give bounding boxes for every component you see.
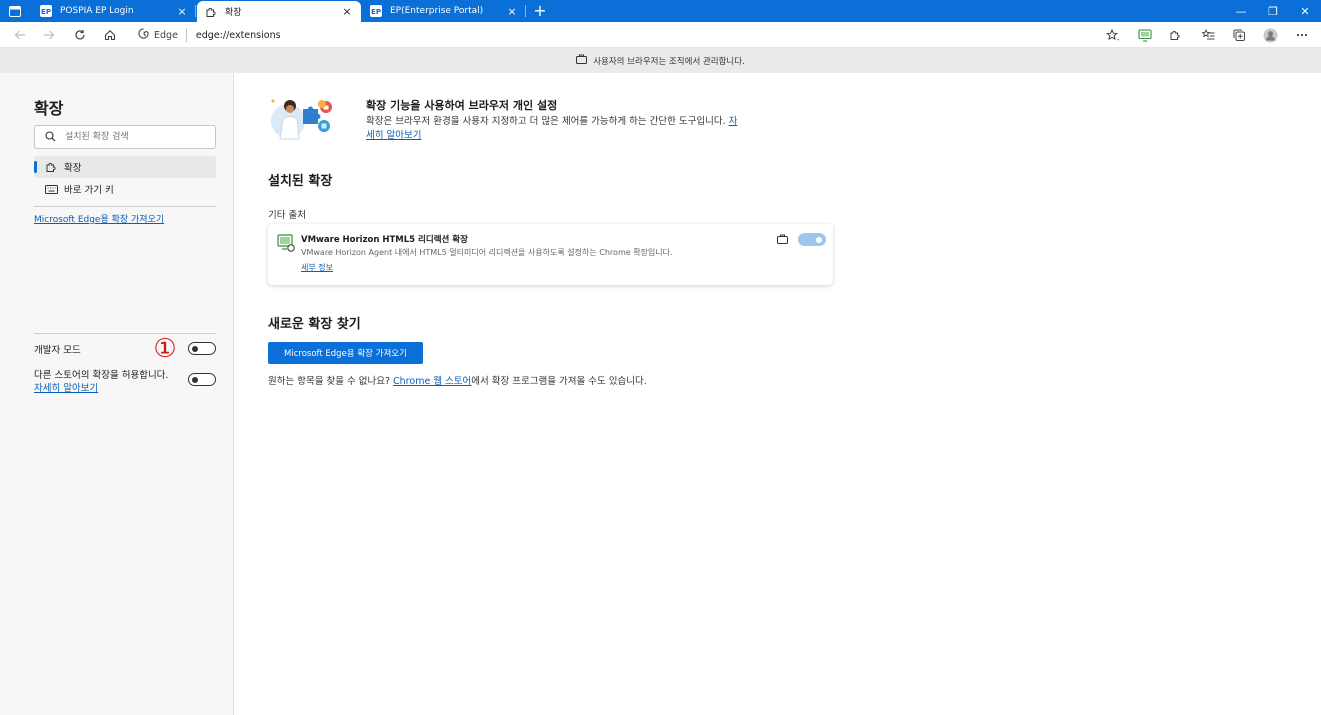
chrome-web-store-link[interactable]: Chrome 웹 스토어 [393, 376, 471, 387]
extensions-icon[interactable] [1167, 27, 1183, 43]
hero-description: 확장은 브라우저 환경을 사용자 지정하고 더 많은 제어를 가능하게 하는 간… [366, 115, 746, 143]
sidebar-item-label: 확장 [64, 163, 82, 174]
get-extensions-button[interactable]: Microsoft Edge용 확장 가져오기 [268, 342, 423, 364]
managed-banner-text: 사용자의 브라우저는 조직에서 관리합니다. [593, 56, 745, 67]
briefcase-icon [576, 54, 588, 67]
tab-separator [525, 5, 526, 17]
horizon-extension-icon [277, 234, 295, 252]
extension-description: VMware Horizon Agent 내에서 HTML5 멀티미디어 리디렉… [301, 248, 673, 257]
managed-by-org-banner: 사용자의 브라우저는 조직에서 관리합니다. [0, 48, 1321, 73]
puzzle-icon [44, 161, 58, 173]
search-box[interactable] [34, 125, 216, 149]
edge-icon [138, 28, 149, 42]
tab-strip: EP POSPIA EP Login × 확장 × EP EP(Enterpri… [0, 0, 1321, 22]
url-text: edge://extensions [195, 29, 281, 41]
find-note-text-end: 에서 확장 프로그램을 가져올 수도 있습니다. [471, 376, 647, 387]
extension-card: VMware Horizon HTML5 리디렉션 확장 VMware Hori… [268, 224, 833, 285]
divider [34, 333, 216, 334]
collections-icon[interactable] [1231, 27, 1247, 43]
close-icon[interactable]: × [506, 5, 518, 18]
find-note: 원하는 항목을 찾을 수 없나요? Chrome 웹 스토어에서 확장 프로그램… [268, 373, 647, 387]
site-identity[interactable]: Edge [138, 28, 187, 42]
extensions-illustration [268, 95, 348, 145]
close-icon[interactable]: × [341, 5, 353, 18]
hero-description-text: 확장은 브라우저 환경을 사용자 지정하고 더 많은 제어를 가능하게 하는 간… [366, 116, 729, 127]
main-content: 확장 기능을 사용하여 브라우저 개인 설정 확장은 브라우저 환경을 사용자 … [234, 73, 1321, 715]
extension-details-link[interactable]: 세부 정보 [301, 262, 333, 273]
forward-icon[interactable] [41, 27, 57, 43]
briefcase-icon [777, 234, 788, 247]
back-icon[interactable] [12, 27, 28, 43]
close-icon[interactable]: × [176, 5, 188, 18]
tab-title: EP(Enterprise Portal) [390, 6, 484, 16]
sidebar-item-shortcuts[interactable]: 바로 가기 키 [34, 178, 216, 200]
annotation-marker: ① [153, 334, 177, 364]
add-favorite-icon[interactable]: + [1104, 27, 1120, 43]
home-icon[interactable] [102, 27, 118, 43]
hero-title: 확장 기능을 사용하여 브라우저 개인 설정 [366, 99, 558, 112]
close-window-button[interactable]: ✕ [1289, 0, 1321, 22]
find-extensions-heading: 새로운 확장 찾기 [268, 317, 361, 332]
developer-mode-toggle[interactable] [188, 342, 216, 355]
other-stores-label: 다른 스토어의 확장을 허용합니다. [34, 370, 169, 381]
svg-text:EP: EP [371, 8, 381, 16]
tab-separator [195, 5, 196, 17]
more-menu-icon[interactable] [1294, 27, 1310, 43]
profile-avatar[interactable] [1262, 27, 1278, 43]
sidebar: 확장 확장 바로 가기 키 Microsoft Edge용 확장 가져오기 개발… [0, 73, 234, 715]
tab-actions-icon[interactable] [8, 4, 22, 18]
ep-icon: EP [40, 5, 52, 17]
tab-title: POSPIA EP Login [60, 6, 134, 16]
address-bar[interactable]: Edge edge://extensions [128, 24, 1128, 46]
sidebar-title: 확장 [34, 99, 64, 118]
search-icon [45, 131, 56, 145]
horizon-extension-icon[interactable] [1137, 27, 1153, 43]
tab-extensions[interactable]: 확장 × [197, 1, 361, 22]
keyboard-icon [44, 184, 58, 194]
svg-text:EP: EP [41, 8, 51, 16]
new-tab-button[interactable]: + [532, 3, 548, 19]
puzzle-icon [205, 6, 217, 18]
site-label: Edge [154, 29, 178, 41]
search-input[interactable] [65, 129, 213, 145]
divider [34, 206, 216, 207]
find-note-text: 원하는 항목을 찾을 수 없나요? [268, 376, 394, 387]
ep-icon: EP [370, 5, 382, 17]
browser-toolbar: Edge edge://extensions + [0, 22, 1321, 48]
favorites-icon[interactable] [1200, 27, 1216, 43]
tab-enterprise-portal[interactable]: EP EP(Enterprise Portal) × [362, 0, 526, 22]
refresh-icon[interactable] [72, 27, 88, 43]
developer-mode-label: 개발자 모드 [34, 345, 81, 356]
restore-button[interactable]: ❐ [1257, 0, 1289, 22]
window-controls: — ❐ ✕ [1225, 0, 1321, 22]
installed-extensions-heading: 설치된 확장 [268, 174, 333, 189]
sidebar-item-label: 바로 가기 키 [64, 185, 114, 196]
extension-enabled-toggle[interactable] [798, 233, 826, 246]
minimize-button[interactable]: — [1225, 0, 1257, 22]
svg-text:+: + [1116, 36, 1119, 42]
tab-pospia-login[interactable]: EP POSPIA EP Login × [32, 0, 196, 22]
extension-name: VMware Horizon HTML5 리디렉션 확장 [301, 235, 468, 245]
store-link[interactable]: Microsoft Edge용 확장 가져오기 [34, 212, 164, 225]
other-sources-label: 기타 출처 [268, 210, 306, 221]
sidebar-item-extensions[interactable]: 확장 [34, 156, 216, 178]
tab-title: 확장 [225, 8, 242, 18]
learn-more-link[interactable]: 자세히 알아보기 [34, 380, 98, 394]
other-stores-toggle[interactable] [188, 373, 216, 386]
